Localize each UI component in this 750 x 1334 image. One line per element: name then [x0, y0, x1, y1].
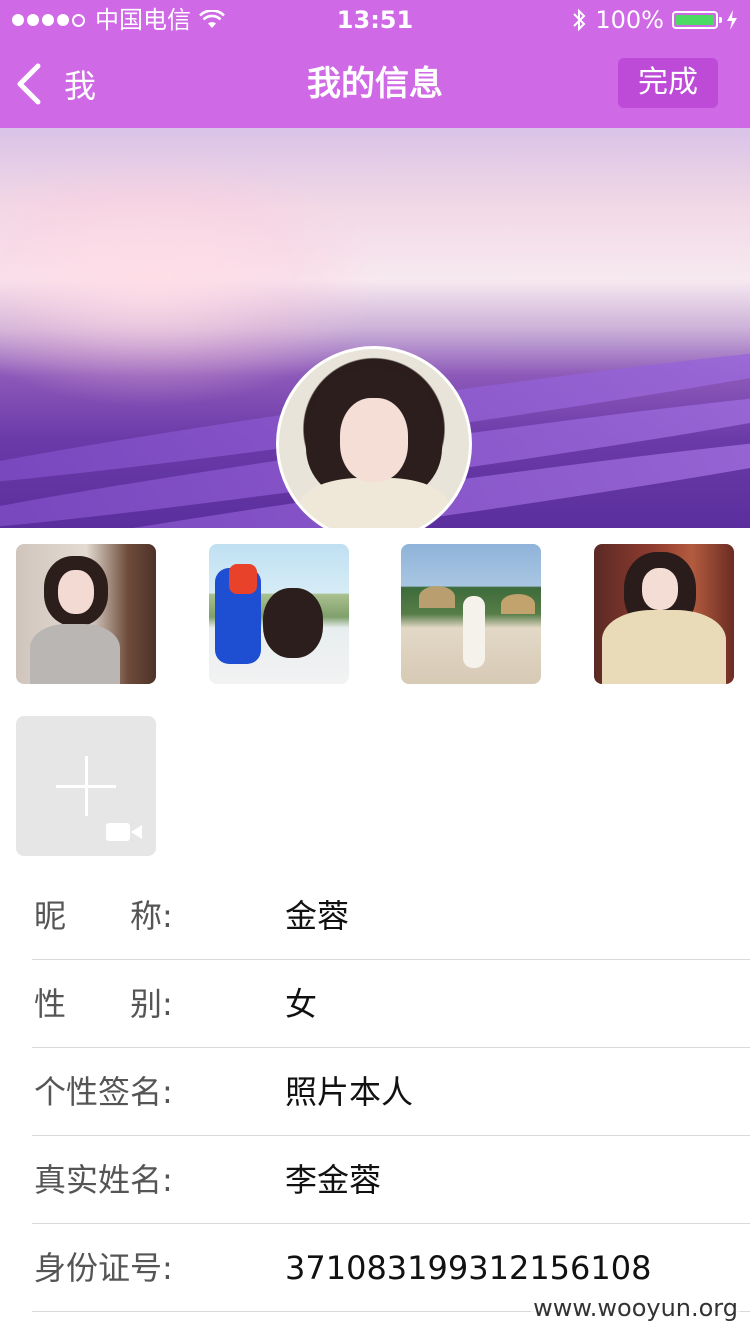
field-label: 身份证号: — [34, 1249, 173, 1287]
field-label: 昵 称: — [34, 897, 173, 935]
field-value: 李金蓉 — [285, 1161, 382, 1199]
header: 中国电信 13:51 100% 我 我的信息 完成 — [0, 0, 750, 128]
bluetooth-icon — [573, 8, 586, 32]
status-bar: 中国电信 13:51 100% — [0, 0, 750, 40]
profile-row-signature[interactable]: 个性签名: 照片本人 — [32, 1048, 750, 1136]
charging-icon — [727, 10, 737, 30]
navigation-bar: 我 我的信息 完成 — [0, 40, 750, 128]
profile-row-real-name[interactable]: 真实姓名: 李金蓉 — [32, 1136, 750, 1224]
add-media-button[interactable] — [16, 716, 156, 856]
field-label: 性 别: — [34, 985, 173, 1023]
avatar[interactable] — [276, 346, 472, 528]
watermark: www.wooyun.org — [531, 1294, 740, 1322]
photo-thumbnail-4[interactable] — [594, 544, 734, 684]
video-camera-icon — [106, 823, 142, 841]
battery-icon — [672, 11, 722, 29]
field-label: 真实姓名: — [34, 1161, 173, 1199]
battery-percent: 100% — [595, 6, 664, 34]
status-right: 100% — [571, 0, 738, 40]
cover-image[interactable] — [0, 128, 750, 528]
profile-screen: 中国电信 13:51 100% 我 我的信息 完成 昵 称: 金蓉 性 别: 女… — [0, 0, 750, 1334]
profile-row-nickname[interactable]: 昵 称: 金蓉 — [32, 872, 750, 960]
plus-icon-stroke — [85, 756, 88, 816]
field-value: 照片本人 — [285, 1073, 414, 1111]
back-label: 我 — [64, 67, 97, 105]
photo-thumbnail-2[interactable] — [209, 544, 349, 684]
chevron-left-icon — [17, 63, 41, 105]
profile-row-gender[interactable]: 性 别: 女 — [32, 960, 750, 1048]
done-button[interactable]: 完成 — [618, 58, 718, 108]
photo-thumbnail-1[interactable] — [16, 544, 156, 684]
field-value: 女 — [285, 985, 318, 1023]
field-value: 金蓉 — [285, 897, 350, 935]
back-button[interactable]: 我 — [14, 40, 96, 128]
field-label: 个性签名: — [34, 1073, 173, 1111]
photo-thumbnail-3[interactable] — [401, 544, 541, 684]
